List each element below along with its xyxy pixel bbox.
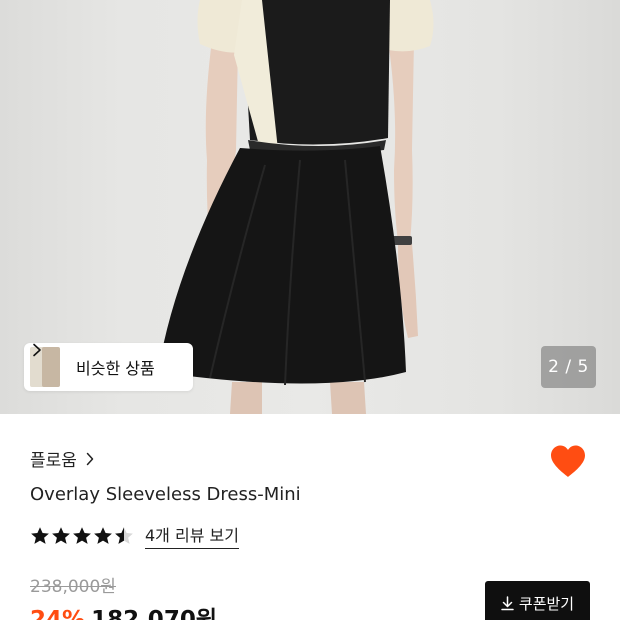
coupon-button[interactable]: 쿠폰받기: [485, 581, 590, 620]
rating-row: 4개 리뷰 보기: [30, 522, 239, 549]
star-icon: [31, 526, 49, 544]
heart-icon[interactable]: [549, 444, 587, 480]
product-image[interactable]: 비슷한 상품 2 / 5: [0, 0, 620, 414]
chevron-right-icon: [33, 343, 41, 357]
star-icon: [73, 526, 91, 544]
price-row: 24% 182,070원: [30, 600, 217, 620]
similar-products-button[interactable]: 비슷한 상품: [24, 343, 193, 391]
download-icon: [501, 595, 514, 610]
brand-link[interactable]: 플로움: [30, 446, 95, 471]
product-title: Overlay Sleeveless Dress-Mini: [30, 484, 301, 505]
chevron-right-icon: [86, 452, 94, 465]
similar-products-label: 비슷한 상품: [76, 359, 155, 378]
sale-price: 182,070원: [91, 607, 217, 620]
star-rating: [30, 526, 135, 546]
discount-rate: 24%: [30, 607, 86, 620]
review-link[interactable]: 4개 리뷰 보기: [145, 522, 239, 549]
coupon-label: 쿠폰받기: [518, 594, 575, 613]
star-icon: [94, 526, 112, 544]
half-star-icon: [115, 526, 133, 544]
original-price: 238,000원: [30, 577, 116, 597]
image-page-indicator: 2 / 5: [541, 346, 596, 388]
star-icon: [52, 526, 70, 544]
brand-name: 플로움: [30, 451, 77, 471]
